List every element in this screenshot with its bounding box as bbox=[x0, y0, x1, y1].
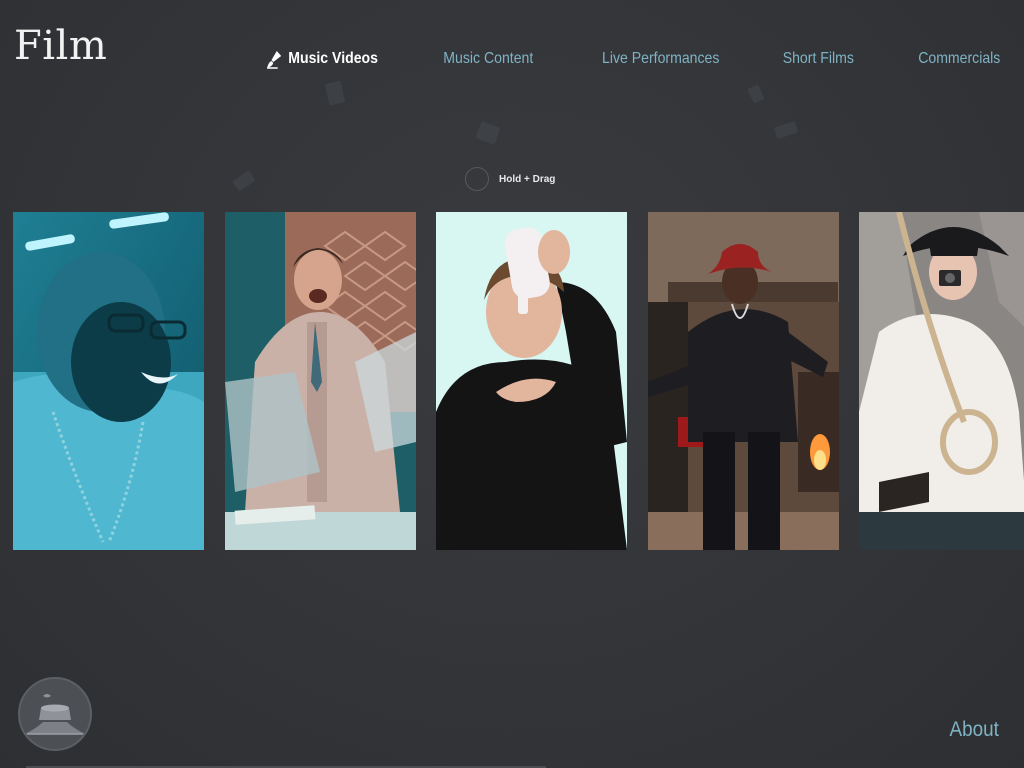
nav-item-label: Commercials bbox=[917, 50, 1000, 67]
video-carousel[interactable] bbox=[13, 212, 1024, 550]
video-thumbnail bbox=[436, 212, 627, 550]
tree-stump-logo-icon[interactable] bbox=[17, 676, 93, 752]
nav-item-music-content[interactable]: Music Content bbox=[443, 50, 533, 68]
decorative-fleck bbox=[747, 84, 765, 104]
video-card-1[interactable] bbox=[13, 212, 204, 550]
decorative-fleck bbox=[773, 120, 799, 140]
drag-cursor-icon bbox=[465, 167, 489, 191]
decorative-fleck bbox=[324, 80, 346, 106]
video-card-2[interactable] bbox=[225, 212, 416, 550]
nav-item-commercials[interactable]: Commercials bbox=[918, 50, 1000, 68]
drag-hint: Hold + Drag bbox=[465, 167, 555, 191]
video-card-5[interactable] bbox=[859, 212, 1024, 550]
video-thumbnail bbox=[13, 212, 204, 550]
nav-item-music-videos[interactable]: Music Videos bbox=[265, 48, 378, 70]
drag-hint-text: Hold + Drag bbox=[499, 173, 556, 185]
decorative-fleck bbox=[475, 121, 501, 145]
nav-item-label: Music Content bbox=[443, 50, 534, 67]
nav-item-label: Music Videos bbox=[288, 50, 379, 67]
decorative-fleck bbox=[232, 170, 256, 192]
video-thumbnail bbox=[859, 212, 1024, 550]
video-thumbnail bbox=[648, 212, 839, 550]
site-logo[interactable]: Film bbox=[14, 26, 107, 66]
main-nav: Music Videos Music Content Live Performa… bbox=[250, 48, 1000, 70]
paintbrush-icon bbox=[267, 51, 282, 69]
video-thumbnail bbox=[225, 212, 416, 550]
nav-item-live-performances[interactable]: Live Performances bbox=[602, 50, 719, 68]
nav-item-short-films[interactable]: Short Films bbox=[782, 50, 853, 68]
video-card-3[interactable] bbox=[436, 212, 627, 550]
video-card-4[interactable] bbox=[648, 212, 839, 550]
about-link[interactable]: About bbox=[950, 718, 999, 742]
nav-item-label: Short Films bbox=[782, 50, 854, 67]
page: Film Music Videos Music Content Live Per… bbox=[0, 0, 1024, 768]
nav-item-label: Live Performances bbox=[602, 50, 720, 67]
